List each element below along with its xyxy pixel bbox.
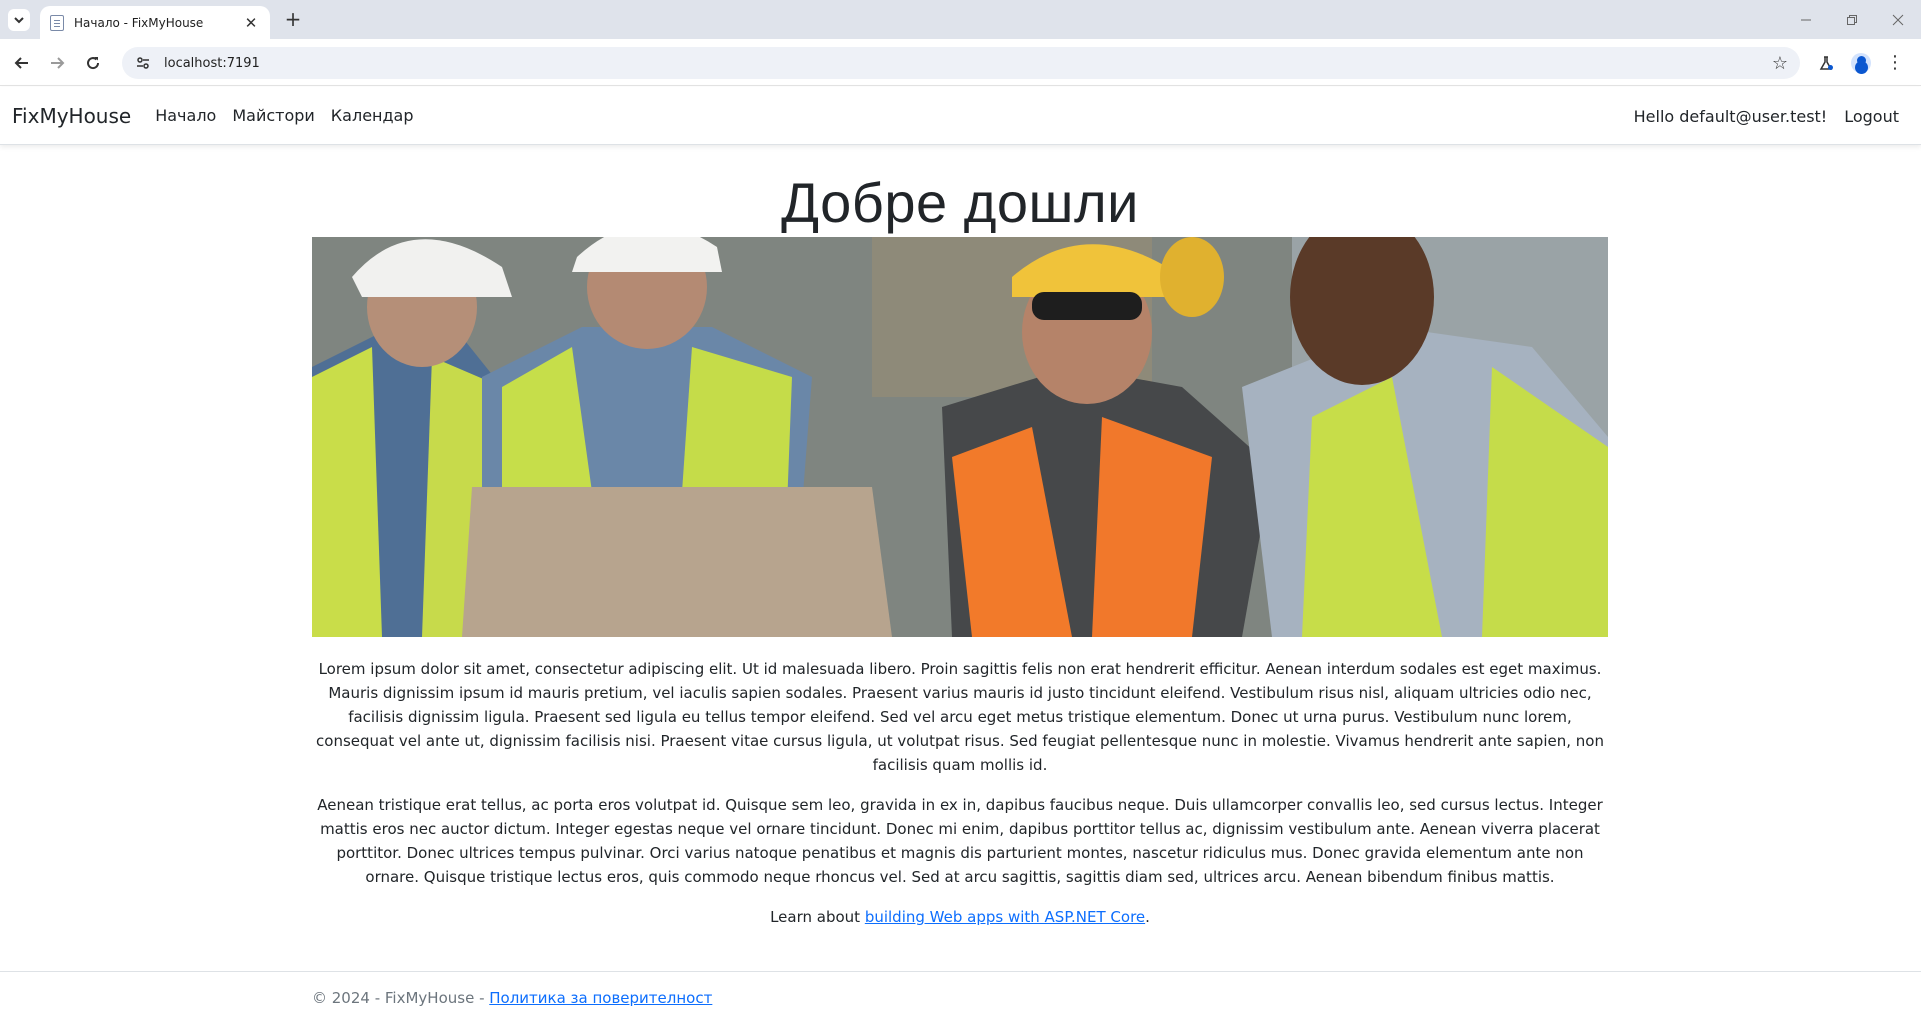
- learn-prefix: Learn about: [770, 908, 865, 926]
- learn-suffix: .: [1145, 908, 1150, 926]
- restore-icon: [1847, 14, 1857, 25]
- more-vertical-icon: ⋮: [1886, 52, 1904, 73]
- back-button[interactable]: [10, 51, 34, 75]
- page-title: Добре дошли: [781, 171, 1139, 234]
- arrow-right-icon: [51, 57, 65, 69]
- logout-button[interactable]: Logout: [1844, 107, 1899, 126]
- user-greeting-link[interactable]: Hello default@user.test!: [1634, 107, 1828, 126]
- site-settings-icon[interactable]: [134, 54, 152, 72]
- site-footer: © 2024 - FixMyHouse - Политика за повери…: [0, 971, 1921, 1033]
- reload-icon: [87, 57, 100, 70]
- nav-user-area: Hello default@user.test! Logout: [1634, 87, 1921, 145]
- privacy-link[interactable]: Политика за поверителност: [489, 989, 712, 1007]
- plus-icon: +: [284, 7, 302, 31]
- aspnet-docs-link[interactable]: building Web apps with ASP.NET Core: [865, 908, 1145, 926]
- hero-image: [312, 237, 1608, 637]
- main-content: Добре дошли Lorem ipsum dolor sit amet, …: [312, 145, 1608, 929]
- brand-link[interactable]: FixMyHouse: [12, 104, 131, 128]
- browser-tab-active[interactable]: Начало - FixMyHouse ✕: [40, 6, 270, 39]
- site-navbar: FixMyHouse Начало Майстори Календар Hell…: [0, 87, 1921, 145]
- labs-button[interactable]: [1814, 51, 1838, 75]
- avatar: [1851, 53, 1871, 73]
- chevron-down-icon: [14, 17, 24, 24]
- forward-button[interactable]: [45, 51, 69, 75]
- footer-text: © 2024 - FixMyHouse - Политика за повери…: [312, 989, 712, 1007]
- close-icon: [1892, 14, 1904, 25]
- close-window-button[interactable]: [1875, 0, 1921, 39]
- intro-paragraph-2: Aenean tristique erat tellus, ac porta e…: [317, 796, 1603, 886]
- profile-button[interactable]: [1849, 51, 1873, 75]
- tab-search-button[interactable]: [8, 9, 30, 31]
- copyright-text: © 2024 - FixMyHouse -: [312, 989, 490, 1007]
- intro-paragraph-1: Lorem ipsum dolor sit amet, consectetur …: [316, 660, 1604, 774]
- arrow-left-icon: [14, 57, 28, 69]
- url-text[interactable]: localhost:7191: [164, 56, 260, 71]
- reload-button[interactable]: [81, 51, 105, 75]
- nav-link-masters[interactable]: Майстори: [232, 106, 314, 125]
- browser-menu-button[interactable]: ⋮: [1883, 51, 1907, 75]
- flask-icon: [1819, 56, 1833, 70]
- address-bar[interactable]: localhost:7191 ☆: [122, 47, 1800, 79]
- new-tab-button[interactable]: +: [282, 7, 304, 31]
- bookmark-star-icon[interactable]: ☆: [1772, 53, 1788, 74]
- window-controls: [1783, 0, 1921, 39]
- workers-illustration: [312, 237, 1608, 637]
- tab-title: Начало - FixMyHouse: [74, 15, 204, 30]
- learn-more-text: Learn about building Web apps with ASP.N…: [312, 905, 1608, 929]
- nav-link-home[interactable]: Начало: [155, 106, 216, 125]
- minimize-icon: [1801, 19, 1811, 20]
- restore-button[interactable]: [1829, 0, 1875, 39]
- browser-toolbar: localhost:7191 ☆ ⋮: [0, 39, 1921, 86]
- page-icon: [50, 14, 64, 31]
- nav-link-calendar[interactable]: Календар: [331, 106, 414, 125]
- browser-tabstrip: Начало - FixMyHouse ✕ +: [0, 0, 1921, 39]
- close-icon[interactable]: ✕: [242, 14, 260, 32]
- minimize-button[interactable]: [1783, 0, 1829, 39]
